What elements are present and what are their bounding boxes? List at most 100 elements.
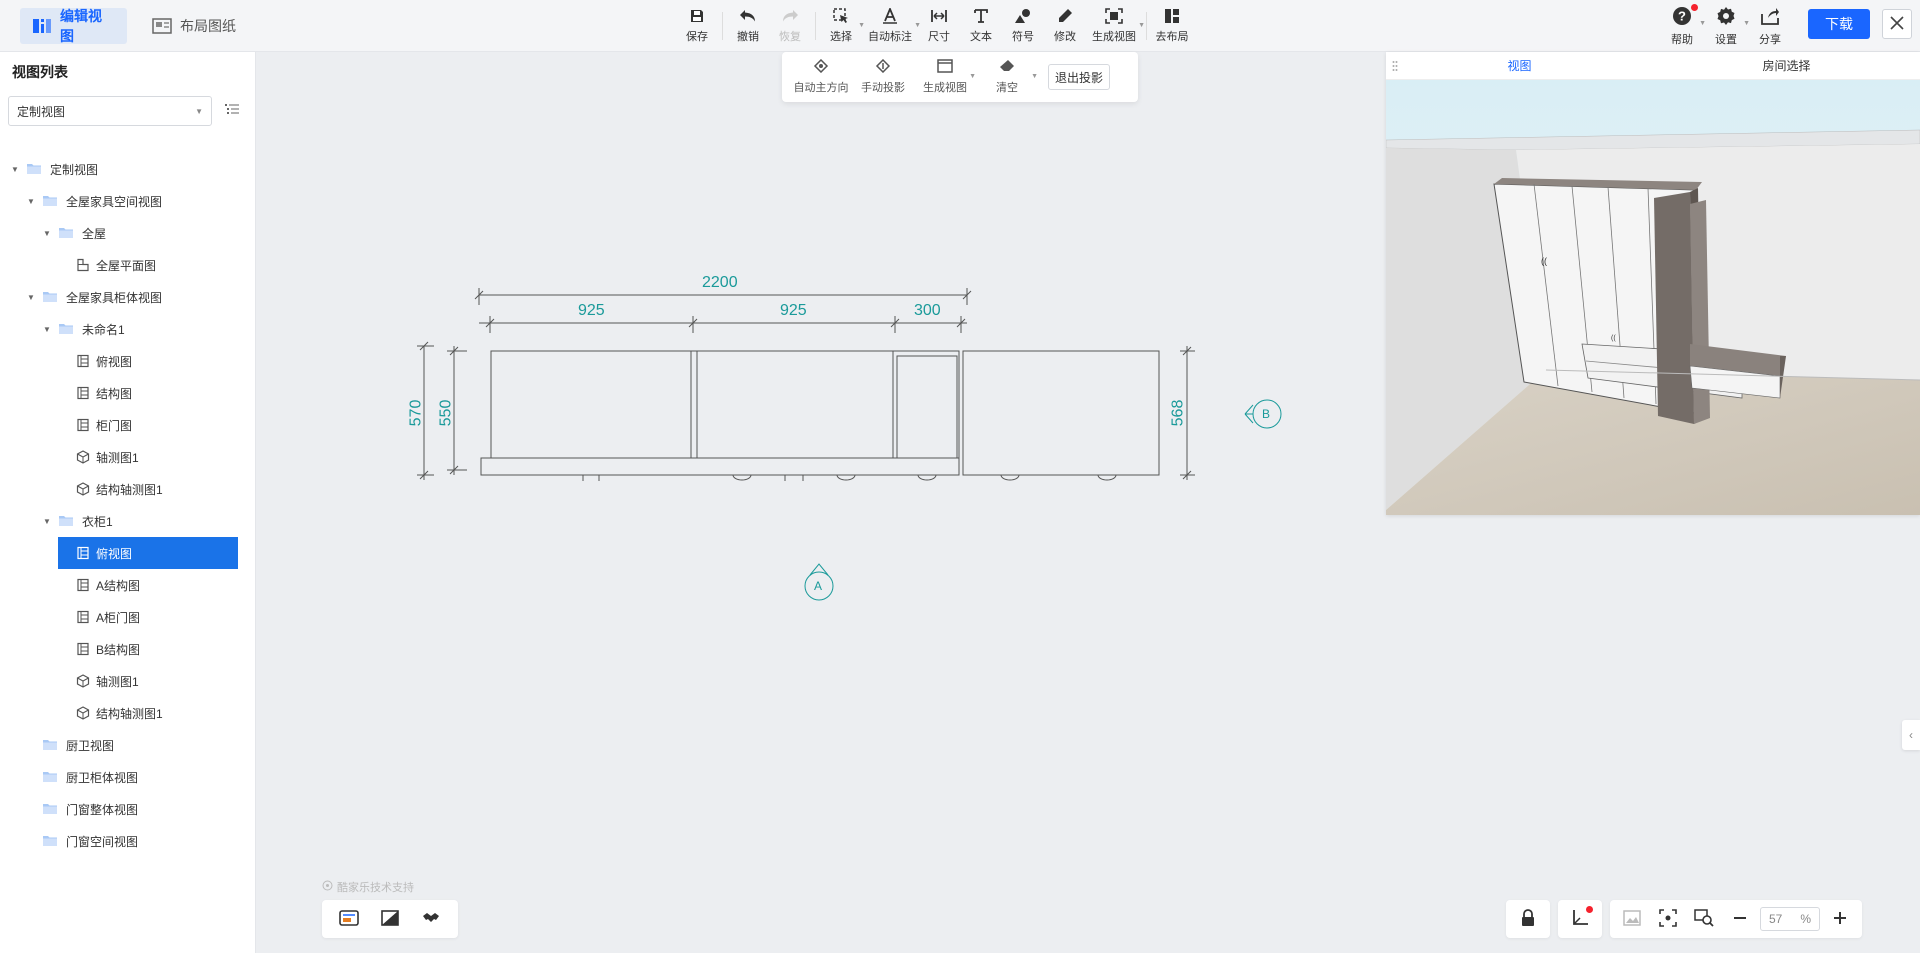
tree-node[interactable]: ▼ 定制视图 — [0, 153, 256, 185]
isometric-view-icon — [76, 482, 90, 496]
help-icon: ? — [1672, 6, 1692, 29]
help-button[interactable]: ? 帮助 ▼ — [1660, 4, 1706, 46]
generate-view-sub-button[interactable]: 生成视图 ▼ — [914, 57, 976, 97]
auto-direction-button[interactable]: 自动主方向 — [790, 57, 852, 97]
clear-button[interactable]: 清空 ▼ — [976, 57, 1038, 97]
image-icon — [1623, 909, 1641, 929]
tree-node[interactable]: 轴测图1 — [0, 665, 256, 697]
tree-node[interactable]: 柜门图 — [0, 409, 256, 441]
dimension-label-segment-a: 925 — [578, 302, 605, 319]
chevron-down-icon: ▼ — [1031, 73, 1038, 80]
tree-node[interactable]: B结构图 — [0, 633, 256, 665]
dimension-label-right: 568 — [1169, 399, 1187, 427]
collapse-panel-button[interactable]: ‹ — [1902, 720, 1920, 750]
text-button[interactable]: 文本 — [960, 6, 1002, 46]
view-drawing-icon — [76, 418, 90, 432]
isometric-view-icon — [76, 450, 90, 464]
eraser-icon — [999, 59, 1015, 76]
save-button[interactable]: 保存 — [676, 6, 718, 46]
window-icon — [937, 59, 953, 76]
tree-node-label: 未命名1 — [82, 322, 125, 337]
tree-node[interactable]: A结构图 — [0, 569, 256, 601]
watermark: 酷家乐技术支持 — [322, 879, 414, 895]
tree-node[interactable]: 轴测图1 — [0, 441, 256, 473]
expand-toggle-icon[interactable]: ▼ — [42, 229, 52, 238]
zoom-group: 57 % — [1610, 900, 1862, 938]
close-button[interactable] — [1882, 9, 1912, 39]
redo-button[interactable]: 恢复 — [769, 6, 811, 46]
tree-node[interactable]: 门窗空间视图 — [0, 825, 256, 857]
tree-node[interactable]: ▼ 全屋 — [0, 217, 256, 249]
tree-node[interactable]: 厨卫视图 — [0, 729, 256, 761]
tree-node[interactable]: 结构图 — [0, 377, 256, 409]
image-button[interactable] — [1616, 905, 1648, 933]
svg-text:((: (( — [1611, 335, 1616, 342]
download-button[interactable]: 下载 — [1808, 9, 1870, 39]
top-bar: 编辑视图 布局图纸 保存 撤销 恢复 选择 ▼ 自动标注 ▼ 尺寸 文本 符号 … — [0, 0, 1920, 52]
tree-node[interactable]: 结构轴测图1 — [0, 473, 256, 505]
to-layout-button[interactable]: 去布局 — [1151, 6, 1193, 46]
tree-node[interactable]: 俯视图 — [0, 345, 256, 377]
tree-node[interactable]: ▼ 衣柜1 — [0, 505, 256, 537]
dimension-label-left-outer: 570 — [407, 399, 425, 427]
auto-annotate-button[interactable]: 自动标注 ▼ — [862, 6, 921, 46]
symbol-icon — [1013, 6, 1033, 26]
zoom-in-button[interactable] — [1824, 905, 1856, 933]
tree-node[interactable]: ▼ 全屋家具空间视图 — [0, 185, 256, 217]
tree-node-label: A结构图 — [96, 578, 141, 593]
modify-button[interactable]: 修改 — [1044, 6, 1086, 46]
projection-icon — [875, 58, 891, 76]
view-type-select[interactable]: 定制视图 ▼ — [8, 96, 212, 126]
3d-preview-panel: 视图 房间选择 (((( — [1386, 52, 1920, 515]
tab-view[interactable]: 视图 — [1386, 52, 1653, 80]
drag-handle-icon[interactable] — [1392, 60, 1398, 72]
tree-node[interactable]: 门窗整体视图 — [0, 793, 256, 825]
zoom-input[interactable]: 57 % — [1760, 907, 1820, 931]
expand-toggle-icon[interactable]: ▼ — [26, 197, 36, 206]
3d-render-viewport[interactable]: (( (( — [1386, 80, 1920, 515]
auto-annotate-icon — [880, 6, 900, 26]
dimension-button[interactable]: 尺寸 — [918, 6, 960, 46]
layer-button[interactable] — [335, 905, 363, 933]
zoom-out-button[interactable] — [1724, 905, 1756, 933]
exit-projection-button[interactable]: 退出投影 — [1048, 64, 1111, 90]
share-button[interactable]: 分享 — [1748, 6, 1792, 46]
toolbar-divider — [815, 12, 816, 40]
fit-screen-button[interactable] — [1652, 905, 1684, 933]
tab-layout-drawing[interactable]: 布局图纸 — [140, 8, 248, 44]
tree-node[interactable]: A柜门图 — [0, 601, 256, 633]
manual-projection-button[interactable]: 手动投影 — [852, 57, 914, 97]
tab-room-select[interactable]: 房间选择 — [1653, 52, 1920, 80]
tree-node[interactable]: 厨卫柜体视图 — [0, 761, 256, 793]
undo-button[interactable]: 撤销 — [727, 6, 769, 46]
select-button[interactable]: 选择 ▼ — [820, 6, 865, 46]
expand-toggle-icon[interactable]: ▼ — [26, 293, 36, 302]
save-icon — [687, 6, 707, 26]
redo-icon — [780, 6, 800, 26]
handshake-button[interactable] — [417, 905, 445, 933]
folder-icon — [42, 835, 58, 847]
zoom-region-button[interactable] — [1688, 905, 1720, 933]
settings-button[interactable]: 设置 ▼ — [1704, 6, 1750, 46]
tab-edit-view[interactable]: 编辑视图 — [20, 8, 127, 44]
axis-button[interactable] — [1564, 905, 1596, 933]
expand-toggle-icon[interactable]: ▼ — [42, 517, 52, 526]
expand-toggle-icon[interactable]: ▼ — [10, 165, 20, 174]
dimension-label-left-inner: 550 — [437, 399, 455, 427]
fill-style-button[interactable] — [376, 905, 404, 933]
generate-view-button[interactable]: 生成视图 ▼ — [1086, 6, 1145, 46]
symbol-button[interactable]: 符号 — [1002, 6, 1044, 46]
view-drawing-icon — [76, 546, 90, 560]
lock-button[interactable] — [1512, 905, 1544, 933]
tree-node[interactable]: 俯视图 — [58, 537, 238, 569]
list-toggle-button[interactable] — [224, 102, 244, 120]
tree-node[interactable]: 结构轴测图1 — [0, 697, 256, 729]
expand-toggle-icon[interactable]: ▼ — [42, 325, 52, 334]
marker-label-b: B — [1262, 407, 1271, 421]
tree-node[interactable]: 全屋平面图 — [0, 249, 256, 281]
tree-node[interactable]: ▼ 未命名1 — [0, 313, 256, 345]
projection-toolbar: 自动主方向 手动投影 生成视图 ▼ 清空 ▼ 退出投影 — [782, 52, 1138, 102]
share-icon — [1760, 6, 1780, 29]
tree-node[interactable]: ▼ 全屋家具柜体视图 — [0, 281, 256, 313]
folder-icon — [42, 739, 58, 751]
